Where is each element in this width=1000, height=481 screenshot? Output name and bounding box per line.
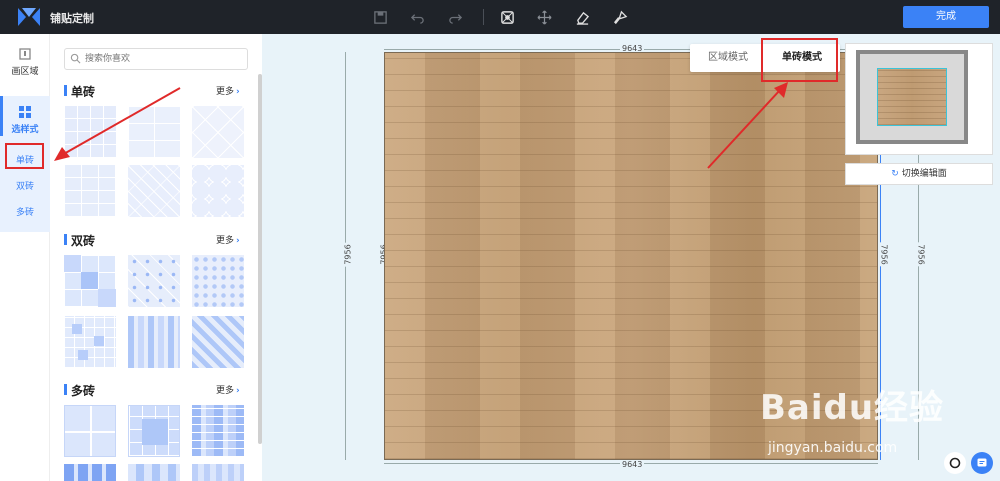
refresh-icon: ↻ [891, 169, 899, 179]
annotation-box-single-tile [5, 143, 44, 169]
chat-button[interactable] [971, 452, 993, 474]
annotation-arrow-up [707, 82, 788, 169]
chevron-right-icon: › [236, 386, 240, 396]
more-label: 更多 [216, 236, 235, 246]
dimension-bottom: 9643 [620, 460, 645, 469]
brush-icon[interactable] [611, 8, 629, 26]
preview-panel[interactable] [845, 43, 993, 155]
move-icon[interactable] [535, 8, 553, 26]
tile-option[interactable] [64, 405, 116, 457]
tile-option[interactable] [64, 464, 116, 481]
tile-option[interactable] [128, 464, 180, 481]
top-toolbar: 铺贴定制 完成 [0, 0, 1000, 34]
left-rail: 画区域 选样式 单砖 双砖 多砖 [0, 34, 50, 481]
undo-icon[interactable] [408, 8, 426, 26]
tile-option[interactable] [192, 255, 244, 307]
rail-item-draw-area[interactable]: 画区域 [0, 48, 50, 77]
rail-label-draw-area: 画区域 [11, 67, 39, 77]
dimension-right-inner: 7956 [879, 242, 889, 267]
more-label: 更多 [216, 87, 235, 97]
save-icon[interactable] [371, 8, 389, 26]
tab-area-mode[interactable]: 区域模式 [690, 44, 766, 72]
chat-icon [977, 458, 987, 467]
search-input[interactable] [64, 48, 248, 70]
switch-edit-surface-button[interactable]: ↻ 切换编辑面 [845, 163, 993, 185]
switch-label: 切换编辑面 [901, 169, 947, 179]
app-logo-icon [18, 8, 40, 26]
tile-option[interactable] [64, 316, 116, 368]
rail-sub-multi-tile[interactable]: 多砖 [0, 205, 50, 218]
eraser-icon[interactable] [573, 8, 591, 26]
toolbar-divider [483, 9, 484, 25]
redo-icon[interactable] [446, 8, 464, 26]
more-link-single[interactable]: 更多 › [216, 84, 240, 97]
tile-option[interactable] [128, 405, 180, 457]
tile-option[interactable] [128, 255, 180, 307]
tile-option[interactable] [64, 255, 116, 307]
tile-option[interactable] [192, 316, 244, 368]
tile-pattern-icon[interactable] [498, 8, 516, 26]
more-link-double[interactable]: 更多 › [216, 233, 240, 246]
more-label: 更多 [216, 386, 235, 396]
tile-option[interactable] [192, 165, 244, 217]
tile-option[interactable] [192, 106, 244, 158]
rail-label-choose-style: 选样式 [11, 125, 39, 135]
baidu-watermark: Baidu经验 [760, 388, 945, 428]
rail-sub-double-tile[interactable]: 双砖 [0, 179, 50, 192]
annotation-arrow-left [54, 87, 181, 161]
done-button[interactable]: 完成 [903, 6, 989, 28]
dimension-left-outer: 7956 [343, 242, 353, 267]
tile-option[interactable] [64, 165, 116, 217]
section-title-multi: 多砖 [64, 382, 95, 399]
grid-style-icon [19, 106, 31, 118]
circle-icon [949, 457, 961, 469]
baidu-watermark-url: jingyan.baidu.com [768, 440, 898, 456]
more-link-multi[interactable]: 更多 › [216, 383, 240, 396]
draw-area-icon [19, 48, 31, 60]
search-icon [70, 53, 81, 64]
tile-option[interactable] [128, 316, 180, 368]
preview-floor [877, 68, 947, 126]
chevron-right-icon: › [236, 87, 240, 97]
chevron-right-icon: › [236, 236, 240, 246]
dimension-right-outer: 7956 [916, 242, 926, 267]
app-title: 铺贴定制 [50, 12, 94, 25]
tile-option[interactable] [128, 165, 180, 217]
tile-option[interactable] [192, 464, 244, 481]
help-button[interactable] [944, 452, 966, 474]
rail-item-choose-style[interactable]: 选样式 [0, 106, 50, 135]
preview-room [856, 50, 968, 144]
annotation-box-mode [761, 38, 838, 82]
section-title-double: 双砖 [64, 232, 95, 249]
tile-option[interactable] [192, 405, 244, 457]
